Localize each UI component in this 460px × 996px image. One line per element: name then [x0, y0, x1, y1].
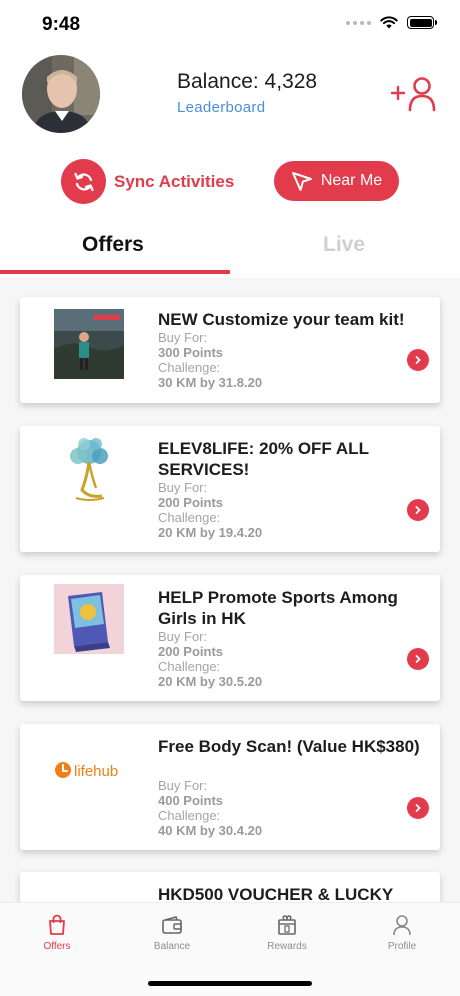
elev8life-tree-logo — [54, 434, 124, 504]
leaderboard-link[interactable]: Leaderboard — [177, 99, 265, 116]
tab-live[interactable]: Live — [323, 233, 365, 257]
signal-dots-icon — [346, 20, 371, 25]
offer-points: 200 Points — [158, 644, 224, 659]
tabbar-offers-label: Offers — [43, 941, 71, 952]
location-arrow-icon — [291, 172, 312, 191]
lifehub-logo-text: lifehub — [74, 763, 118, 780]
offer-buy-for-label: Buy For: — [158, 778, 208, 793]
offer-card[interactable]: NEW Customize your team kit! Buy For: 30… — [20, 297, 440, 403]
offer-title: Free Body Scan! (Value HK$380) — [158, 737, 420, 756]
offer-challenge-label: Challenge: — [158, 808, 221, 823]
bag-icon — [49, 914, 65, 935]
offer-challenge-label: Challenge: — [158, 360, 221, 375]
offer-buy-for-label: Buy For: — [158, 629, 208, 644]
sync-activities-button[interactable]: Sync Activities — [61, 159, 234, 204]
avatar[interactable] — [22, 55, 100, 133]
tabbar-balance[interactable]: Balance — [132, 913, 212, 952]
offer-points: 300 Points — [158, 345, 224, 360]
sync-activities-label: Sync Activities — [114, 171, 235, 191]
balance-text: Balance: 4,328 — [177, 70, 318, 93]
offer-challenge: 20 KM by 30.5.20 — [158, 674, 263, 689]
lifehub-logo: lifehub — [50, 736, 130, 806]
offer-challenge-label: Challenge: — [158, 659, 221, 674]
near-me-button[interactable]: Near Me — [274, 161, 399, 201]
tabbar-balance-label: Balance — [153, 941, 191, 952]
near-me-label: Near Me — [320, 172, 383, 189]
offer-points: 200 Points — [158, 495, 224, 510]
battery-icon — [407, 16, 437, 29]
home-indicator — [148, 981, 312, 986]
offer-challenge: 40 KM by 30.4.20 — [158, 823, 263, 838]
wallet-icon — [162, 916, 182, 934]
offer-chevron-right-icon[interactable] — [407, 648, 429, 670]
offers-list[interactable]: NEW Customize your team kit! Buy For: 30… — [0, 278, 460, 902]
tab-offers[interactable]: Offers — [82, 233, 144, 257]
offer-points: 400 Points — [158, 793, 224, 808]
offer-chevron-right-icon[interactable] — [407, 499, 429, 521]
offers-live-tabs: Offers Live — [0, 225, 460, 275]
team-kit-photo — [54, 309, 124, 379]
offer-challenge: 30 KM by 31.8.20 — [158, 375, 263, 390]
active-tab-indicator — [0, 270, 230, 274]
offer-card[interactable]: lifehub Free Body Scan! (Value HK$380) B… — [20, 724, 440, 850]
person-icon — [393, 915, 411, 936]
offer-title: NEW Customize your team kit! — [158, 310, 405, 329]
add-person-icon — [390, 77, 436, 112]
offer-chevron-right-icon[interactable] — [407, 349, 429, 371]
add-friend-button[interactable] — [390, 76, 438, 112]
tabbar-offers[interactable]: Offers — [17, 913, 97, 952]
offer-title: ELEV8LIFE: 20% OFF ALL SERVICES! — [158, 439, 369, 479]
offer-card[interactable]: HKD500 VOUCHER & LUCKY — [20, 872, 440, 902]
offer-card[interactable]: HELP Promote Sports Among Girls in HK Bu… — [20, 575, 440, 701]
tabbar-rewards[interactable]: Rewards — [247, 913, 327, 952]
offer-title: HKD500 VOUCHER & LUCKY — [158, 885, 394, 902]
offer-title: HELP Promote Sports Among Girls in HK — [158, 588, 398, 628]
gift-icon — [278, 915, 296, 935]
status-icons — [346, 16, 437, 29]
offer-buy-for-label: Buy For: — [158, 330, 208, 345]
wifi-icon — [380, 16, 398, 29]
offer-challenge: 20 KM by 19.4.20 — [158, 525, 263, 540]
status-bar: 9:48 — [0, 0, 460, 50]
offer-buy-for-label: Buy For: — [158, 480, 208, 495]
tabbar-profile-label: Profile — [387, 941, 417, 952]
sync-icon — [61, 159, 106, 204]
offer-chevron-right-icon[interactable] — [407, 797, 429, 819]
offer-card[interactable]: ELEV8LIFE: 20% OFF ALL SERVICES! Buy For… — [20, 426, 440, 552]
status-time: 9:48 — [42, 14, 81, 35]
tabbar-rewards-label: Rewards — [267, 941, 307, 952]
offer-challenge-label: Challenge: — [158, 510, 221, 525]
tabbar-profile[interactable]: Profile — [362, 913, 442, 952]
book-cover-photo — [54, 584, 124, 654]
